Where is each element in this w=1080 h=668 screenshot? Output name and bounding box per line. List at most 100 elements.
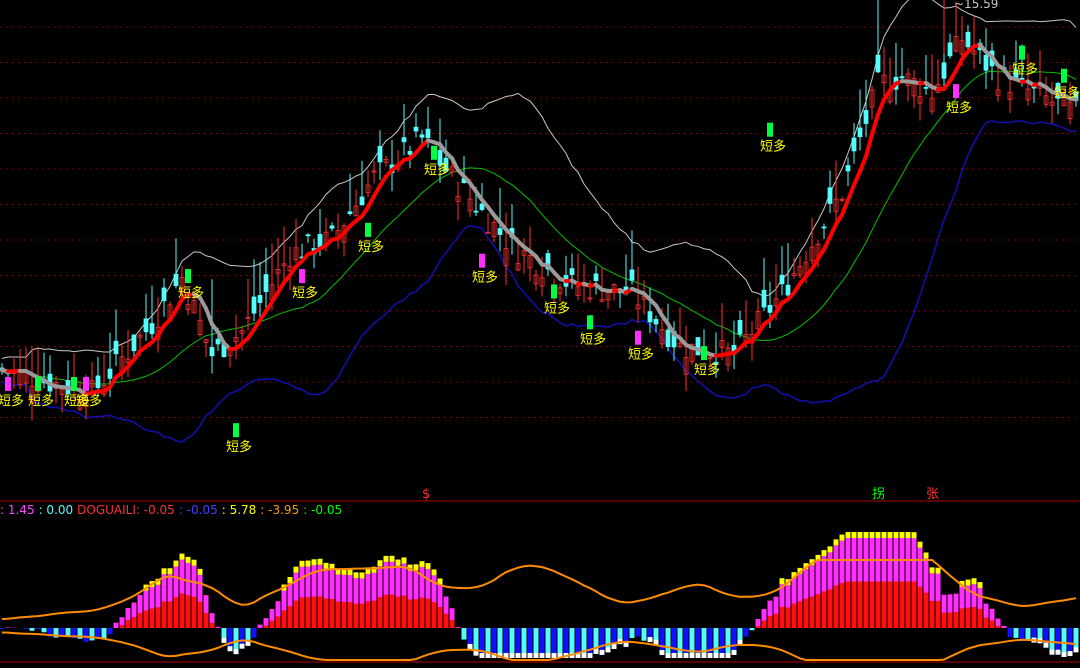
hist-bar-top bbox=[198, 575, 203, 602]
hist-bar-top bbox=[324, 569, 329, 599]
hist-bar-cap bbox=[186, 557, 191, 563]
hist-bar-top bbox=[264, 618, 269, 625]
hist-bar-cap bbox=[348, 569, 353, 575]
hist-bar-top bbox=[414, 570, 419, 599]
hist-bar-top bbox=[978, 588, 983, 609]
hist-bar-top bbox=[960, 587, 965, 608]
hist-bar-top bbox=[444, 597, 449, 614]
hist-bar-cap bbox=[546, 653, 551, 658]
candle-body bbox=[420, 135, 424, 137]
hist-bar-top bbox=[138, 595, 143, 613]
hist-bar-top bbox=[348, 575, 353, 602]
hist-bar-cap bbox=[288, 577, 293, 583]
hist-bar bbox=[630, 628, 635, 638]
hist-bar-top bbox=[312, 565, 317, 596]
candle-body bbox=[942, 63, 946, 78]
candle-body bbox=[984, 55, 988, 70]
candle-body bbox=[900, 77, 904, 78]
indicator-marker: 拐 bbox=[872, 487, 885, 502]
hist-bar-cap bbox=[318, 559, 323, 565]
hist-bar-top bbox=[426, 569, 431, 599]
hist-bar-cap bbox=[588, 653, 593, 658]
hist-bar-top bbox=[168, 574, 173, 601]
hist-bar-top bbox=[210, 613, 215, 623]
hist-bar-cap bbox=[480, 653, 485, 658]
hist-bar-cap bbox=[600, 650, 605, 655]
hist-bar-cap bbox=[1062, 652, 1067, 657]
candle-body bbox=[258, 295, 262, 302]
fast-ma-segment bbox=[872, 115, 878, 135]
signal-label: 短多 bbox=[946, 100, 972, 116]
signal-bar bbox=[551, 284, 557, 298]
hist-bar-cap bbox=[198, 569, 203, 575]
hist-bar-top bbox=[924, 558, 929, 592]
hist-bar-cap bbox=[606, 647, 611, 652]
hist-bar-cap bbox=[612, 644, 617, 649]
hist-bar-top bbox=[450, 608, 455, 620]
signal-label: 短多 bbox=[226, 439, 252, 455]
indicator-legend: : 1.45: 0.00DOGUAILI: -0.05: -0.05: 5.78… bbox=[0, 503, 346, 517]
signal-bar bbox=[5, 377, 11, 391]
signal-label: 短多 bbox=[472, 270, 498, 286]
signal-bar bbox=[185, 269, 191, 283]
hist-bar-cap bbox=[162, 568, 167, 574]
hist-bar bbox=[1014, 628, 1019, 638]
signal-bar bbox=[479, 254, 485, 268]
hist-bar bbox=[252, 628, 257, 638]
candle-body bbox=[360, 197, 364, 205]
hist-bar bbox=[24, 628, 29, 629]
hist-bar-top bbox=[342, 575, 347, 602]
hist-bar-top bbox=[258, 625, 263, 628]
indicator-lower-band bbox=[2, 632, 1076, 660]
hist-bar-top bbox=[792, 578, 797, 603]
hist-bar-top bbox=[948, 594, 953, 612]
hist-bar-top bbox=[840, 541, 845, 583]
hist-bar bbox=[42, 628, 47, 632]
signal-label: 短多 bbox=[544, 300, 570, 316]
hist-bar-cap bbox=[678, 653, 683, 658]
candle-body bbox=[570, 269, 574, 275]
hist-bar-cap bbox=[690, 653, 695, 658]
hist-bar-cap bbox=[306, 561, 311, 567]
signal-label: 短多 bbox=[0, 393, 24, 409]
hist-bar-cap bbox=[966, 580, 971, 586]
signal-bar bbox=[35, 377, 41, 391]
candle-body bbox=[948, 43, 952, 56]
fast-ma-segment bbox=[830, 224, 836, 237]
hist-bar bbox=[744, 628, 749, 637]
hist-bar-top bbox=[798, 574, 803, 601]
signal-label: 短多 bbox=[628, 347, 654, 363]
hist-bar-cap bbox=[918, 542, 923, 548]
candle-body bbox=[966, 32, 970, 47]
hist-bar-cap bbox=[846, 532, 851, 538]
chart-canvas[interactable]: 短多短多短多短多短多短多短多短多短多短多短多短多短多短多短多短多短多短多~15.… bbox=[0, 0, 1080, 664]
hist-bar-top bbox=[114, 623, 119, 628]
hist-bar-top bbox=[828, 552, 833, 589]
candle-body bbox=[216, 339, 220, 344]
hist-bar-top bbox=[810, 565, 815, 596]
hist-bar-cap bbox=[426, 563, 431, 569]
hist-bar bbox=[90, 628, 95, 640]
hist-bar-cap bbox=[900, 532, 905, 538]
legend-item-6: : -3.95 bbox=[260, 503, 299, 517]
hist-bar-top bbox=[972, 584, 977, 607]
hist-bar-cap bbox=[354, 572, 359, 578]
candle-body bbox=[408, 151, 412, 154]
hist-bar-cap bbox=[834, 539, 839, 545]
hist-bar-top bbox=[942, 595, 947, 613]
hist-bar-top bbox=[954, 594, 959, 612]
hist-bar-top bbox=[132, 603, 137, 617]
candle-body bbox=[876, 55, 880, 72]
hist-bar-cap bbox=[1068, 651, 1073, 656]
fast-ma-segment bbox=[878, 99, 884, 114]
signal-label: 短多 bbox=[358, 239, 384, 255]
indicator-marker: $ bbox=[422, 487, 430, 502]
hist-bar-cap bbox=[360, 572, 365, 578]
hist-bar-cap bbox=[666, 653, 671, 658]
hist-bar-cap bbox=[312, 559, 317, 565]
hist-bar-top bbox=[306, 567, 311, 598]
hist-bar-cap bbox=[894, 532, 899, 538]
candle-body bbox=[132, 335, 136, 351]
signal-label: 短多 bbox=[760, 139, 786, 155]
hist-bar-top bbox=[756, 619, 761, 626]
